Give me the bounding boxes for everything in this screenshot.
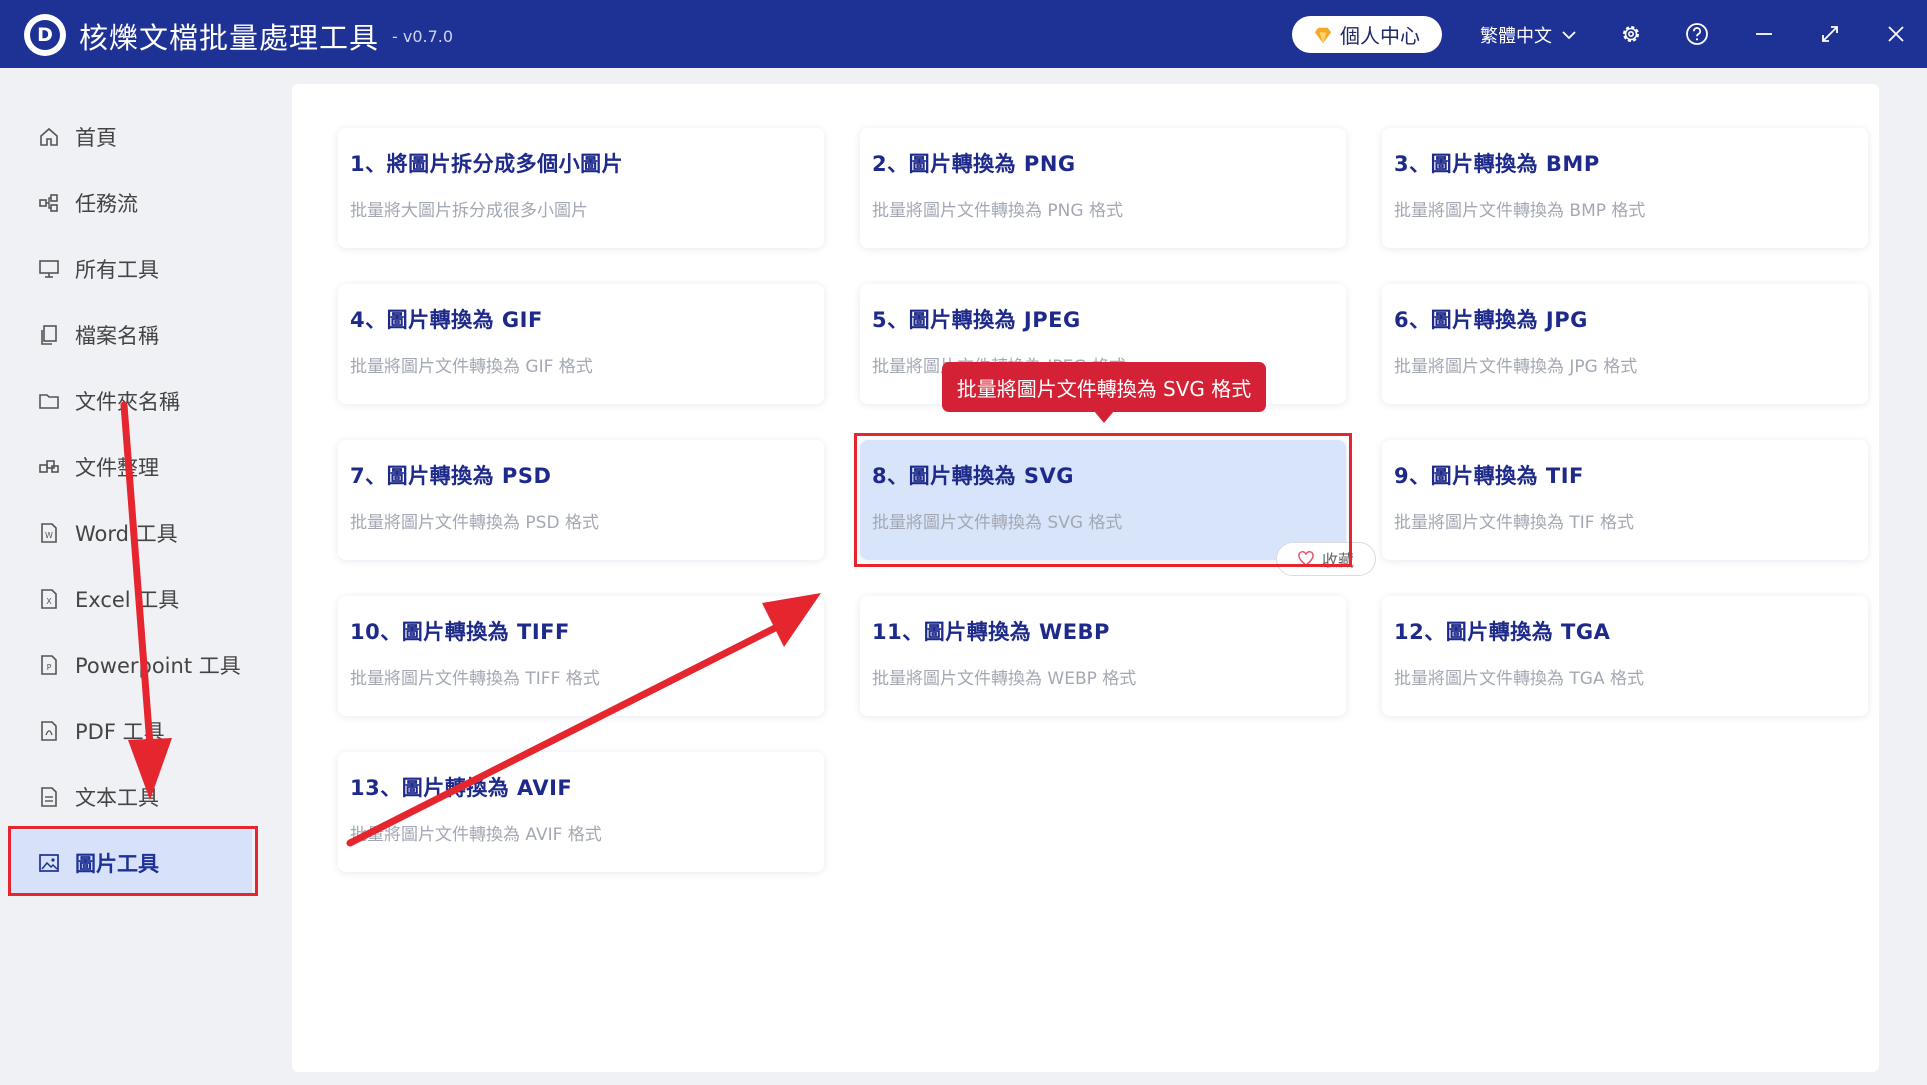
tool-card-split-image[interactable]: 1、將圖片拆分成多個小圖片 批量將大圖片拆分成很多小圖片 <box>338 128 824 248</box>
sidebar-item-label: 所有工具 <box>75 258 159 282</box>
monitor-icon <box>39 260 59 278</box>
sidebar: 首頁 任務流 所有工具 檔案名稱 文件夾名稱 文件整理 W Word 工具 X … <box>10 68 252 1085</box>
tool-card-desc: 批量將圖片文件轉換為 BMP 格式 <box>1394 201 1646 221</box>
close-icon[interactable] <box>1882 20 1910 48</box>
tool-card-title: 8、圖片轉換為 SVG <box>872 464 1075 488</box>
tool-card-desc: 批量將圖片文件轉換為 PNG 格式 <box>872 201 1123 221</box>
sidebar-item-file-names[interactable]: 檔案名稱 <box>10 302 252 368</box>
help-icon[interactable] <box>1683 20 1711 48</box>
tool-card-to-gif[interactable]: 4、圖片轉換為 GIF 批量將圖片文件轉換為 GIF 格式 <box>338 284 824 404</box>
sidebar-item-word-tools[interactable]: W Word 工具 <box>10 500 252 566</box>
tool-card-title: 11、圖片轉換為 WEBP <box>872 620 1110 644</box>
sidebar-item-workflow[interactable]: 任務流 <box>10 170 252 236</box>
tool-card-title: 6、圖片轉換為 JPG <box>1394 308 1588 332</box>
gear-icon[interactable] <box>1617 20 1645 48</box>
tool-card-to-svg[interactable]: 8、圖片轉換為 SVG 批量將圖片文件轉換為 SVG 格式 <box>860 440 1346 560</box>
folder-icon <box>39 394 59 409</box>
app-logo-letter: D <box>30 20 60 50</box>
sidebar-item-label: Powerpoint 工具 <box>75 654 241 678</box>
sidebar-item-label: 文件夾名稱 <box>75 390 180 414</box>
tool-card-title: 1、將圖片拆分成多個小圖片 <box>350 152 624 176</box>
tool-card-to-tif[interactable]: 9、圖片轉換為 TIF 批量將圖片文件轉換為 TIF 格式 <box>1382 440 1868 560</box>
tool-card-desc: 批量將圖片文件轉換為 SVG 格式 <box>872 513 1123 533</box>
image-icon <box>39 854 59 872</box>
sidebar-item-label: Word 工具 <box>75 522 178 546</box>
sidebar-item-label: 文本工具 <box>75 786 159 810</box>
tool-card-to-psd[interactable]: 7、圖片轉換為 PSD 批量將圖片文件轉換為 PSD 格式 <box>338 440 824 560</box>
tooltip: 批量將圖片文件轉換為 SVG 格式 <box>942 362 1266 412</box>
sidebar-item-text-tools[interactable]: 文本工具 <box>10 764 252 830</box>
tool-card-title: 7、圖片轉換為 PSD <box>350 464 552 488</box>
sidebar-item-label: PDF 工具 <box>75 720 165 744</box>
sidebar-item-excel-tools[interactable]: X Excel 工具 <box>10 566 252 632</box>
svg-text:W: W <box>45 531 53 540</box>
ppt-file-icon: P <box>41 655 57 675</box>
sidebar-item-label: 任務流 <box>75 192 138 216</box>
excel-file-icon: X <box>41 589 57 609</box>
svg-text:P: P <box>47 663 52 672</box>
tool-card-desc: 批量將大圖片拆分成很多小圖片 <box>350 201 588 221</box>
home-icon <box>40 127 58 146</box>
heart-icon <box>1298 551 1314 566</box>
sidebar-item-folder-names[interactable]: 文件夾名稱 <box>10 368 252 434</box>
sidebar-item-powerpoint-tools[interactable]: P Powerpoint 工具 <box>10 632 252 698</box>
app-version: - v0.7.0 <box>392 27 454 46</box>
favorite-button[interactable]: 收藏 <box>1276 542 1376 576</box>
tool-card-desc: 批量將圖片文件轉換為 TGA 格式 <box>1394 669 1644 689</box>
sidebar-item-home[interactable]: 首頁 <box>10 104 252 170</box>
tool-card-title: 10、圖片轉換為 TIFF <box>350 620 570 644</box>
pdf-file-icon <box>41 721 57 741</box>
tool-card-title: 2、圖片轉換為 PNG <box>872 152 1076 176</box>
title-bar: D 核爍文檔批量處理工具 - v0.7.0 個人中心 繁體中文 <box>0 0 1927 68</box>
tool-card-title: 9、圖片轉換為 TIF <box>1394 464 1584 488</box>
tool-card-title: 5、圖片轉換為 JPEG <box>872 308 1081 332</box>
sidebar-item-label: 圖片工具 <box>75 852 159 876</box>
diamond-icon <box>1314 27 1332 43</box>
tool-card-desc: 批量將圖片文件轉換為 JPG 格式 <box>1394 357 1638 377</box>
user-center-button[interactable]: 個人中心 <box>1292 16 1442 53</box>
tool-card-to-png[interactable]: 2、圖片轉換為 PNG 批量將圖片文件轉換為 PNG 格式 <box>860 128 1346 248</box>
tool-card-desc: 批量將圖片文件轉換為 GIF 格式 <box>350 357 593 377</box>
sidebar-item-label: 文件整理 <box>75 456 159 480</box>
sidebar-item-pdf-tools[interactable]: PDF 工具 <box>10 698 252 764</box>
sidebar-item-file-organize[interactable]: 文件整理 <box>10 434 252 500</box>
tool-card-title: 4、圖片轉換為 GIF <box>350 308 543 332</box>
favorite-label: 收藏 <box>1321 551 1354 570</box>
app-logo-icon: D <box>24 14 66 56</box>
sidebar-item-label: 檔案名稱 <box>75 324 159 348</box>
sidebar-item-all-tools[interactable]: 所有工具 <box>10 236 252 302</box>
tool-card-to-webp[interactable]: 11、圖片轉換為 WEBP 批量將圖片文件轉換為 WEBP 格式 <box>860 596 1346 716</box>
svg-text:X: X <box>46 597 52 606</box>
tool-card-desc: 批量將圖片文件轉換為 WEBP 格式 <box>872 669 1137 689</box>
sidebar-item-label: Excel 工具 <box>75 588 180 612</box>
tool-card-to-jpg[interactable]: 6、圖片轉換為 JPG 批量將圖片文件轉換為 JPG 格式 <box>1382 284 1868 404</box>
organize-icon <box>39 460 59 473</box>
tool-card-title: 13、圖片轉換為 AVIF <box>350 776 573 800</box>
tooltip-arrow <box>1094 411 1114 423</box>
tool-card-desc: 批量將圖片文件轉換為 AVIF 格式 <box>350 825 602 845</box>
tool-card-title: 3、圖片轉換為 BMP <box>1394 152 1600 176</box>
tool-card-to-tiff[interactable]: 10、圖片轉換為 TIFF 批量將圖片文件轉換為 TIFF 格式 <box>338 596 824 716</box>
user-center-label: 個人中心 <box>1340 24 1420 48</box>
file-copy-icon <box>41 325 57 345</box>
sidebar-item-label: 首頁 <box>75 126 117 150</box>
workflow-icon <box>39 194 58 212</box>
app-title: 核爍文檔批量處理工具 <box>79 21 380 55</box>
word-file-icon: W <box>41 523 57 543</box>
tool-card-title: 12、圖片轉換為 TGA <box>1394 620 1611 644</box>
tool-card-to-bmp[interactable]: 3、圖片轉換為 BMP 批量將圖片文件轉換為 BMP 格式 <box>1382 128 1868 248</box>
chevron-down-icon <box>1562 31 1576 40</box>
tool-card-desc: 批量將圖片文件轉換為 TIFF 格式 <box>350 669 600 689</box>
minimize-icon[interactable] <box>1750 20 1778 48</box>
text-file-icon <box>41 787 57 807</box>
language-label: 繁體中文 <box>1480 26 1552 47</box>
language-select[interactable]: 繁體中文 <box>1480 22 1576 48</box>
maximize-icon[interactable] <box>1816 20 1844 48</box>
sidebar-item-image-tools[interactable]: 圖片工具 <box>10 830 252 896</box>
tool-card-to-avif[interactable]: 13、圖片轉換為 AVIF 批量將圖片文件轉換為 AVIF 格式 <box>338 752 824 872</box>
tool-card-desc: 批量將圖片文件轉換為 PSD 格式 <box>350 513 599 533</box>
tool-card-to-tga[interactable]: 12、圖片轉換為 TGA 批量將圖片文件轉換為 TGA 格式 <box>1382 596 1868 716</box>
tool-card-desc: 批量將圖片文件轉換為 TIF 格式 <box>1394 513 1634 533</box>
